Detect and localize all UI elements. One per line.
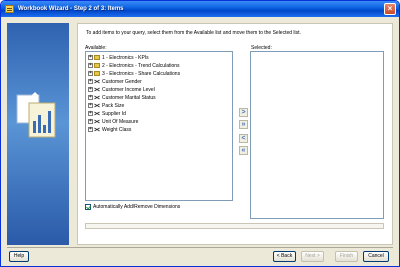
workbook-icon	[5, 5, 14, 13]
title-bar[interactable]: Workbook Wizard - Step 2 of 3: Items ×	[1, 1, 399, 17]
window-title: Workbook Wizard - Step 2 of 3: Items	[18, 6, 124, 12]
tree-item[interactable]: + Customer Marital Status	[88, 94, 156, 101]
help-button[interactable]: Help	[9, 251, 29, 262]
available-tree[interactable]: + 1 - Electronics - KPIs + 2 - Electroni…	[85, 51, 233, 201]
dimension-icon	[94, 119, 100, 124]
tree-item[interactable]: + 3 - Electronics - Share Calculations	[88, 70, 180, 77]
tree-item[interactable]: + Pack Size	[88, 102, 124, 109]
tree-item-label: Customer Marital Status	[102, 94, 156, 101]
finish-button[interactable]: Finish	[335, 251, 358, 262]
wizard-window: Workbook Wizard - Step 2 of 3: Items × T…	[0, 0, 400, 267]
dimension-icon	[94, 127, 100, 132]
tree-item[interactable]: + 2 - Electronics - Trend Calculations	[88, 62, 180, 69]
expand-icon[interactable]: +	[88, 111, 93, 116]
tree-item[interactable]: + Unit Of Measure	[88, 118, 138, 125]
auto-dimensions-label: Automatically Add/Remove Dimensions	[93, 204, 181, 210]
next-button[interactable]: Next >	[301, 251, 324, 262]
tree-item-label: 2 - Electronics - Trend Calculations	[102, 62, 180, 69]
folder-icon	[94, 63, 100, 68]
document-chart-icon	[16, 91, 56, 138]
expand-icon[interactable]: +	[88, 127, 93, 132]
back-button[interactable]: < Back	[273, 251, 296, 262]
folder-icon	[94, 55, 100, 60]
tree-item-label: Weight Class	[102, 126, 132, 133]
tree-item-label: 3 - Electronics - Share Calculations	[102, 70, 181, 77]
tree-item[interactable]: + Weight Class	[88, 126, 131, 133]
dimension-icon	[94, 79, 100, 84]
auto-dimensions-checkbox[interactable]: Automatically Add/Remove Dimensions	[85, 204, 180, 210]
expand-icon[interactable]: +	[88, 55, 93, 60]
tree-item-label: Supplier Id	[102, 110, 126, 117]
expand-icon[interactable]: +	[88, 71, 93, 76]
tree-item-label: Customer Income Level	[102, 86, 155, 93]
expand-icon[interactable]: +	[88, 87, 93, 92]
footer-divider	[7, 247, 393, 248]
dimension-icon	[94, 87, 100, 92]
remove-button[interactable]: <	[239, 134, 248, 143]
dimension-icon	[94, 103, 100, 108]
expand-icon[interactable]: +	[88, 79, 93, 84]
tree-item-label: Unit Of Measure	[102, 118, 139, 125]
remove-all-button[interactable]: «	[239, 146, 248, 155]
tree-item-label: 1 - Electronics - KPIs	[102, 54, 149, 61]
expand-icon[interactable]: +	[88, 95, 93, 100]
tree-item[interactable]: + 1 - Electronics - KPIs	[88, 54, 149, 61]
status-strip	[85, 223, 384, 229]
add-all-button[interactable]: »	[239, 120, 248, 129]
add-button[interactable]: >	[239, 108, 248, 117]
tree-item[interactable]: + Customer Gender	[88, 78, 142, 85]
checkbox-checked-icon[interactable]	[85, 204, 91, 210]
expand-icon[interactable]: +	[88, 103, 93, 108]
selected-list[interactable]	[250, 51, 384, 219]
tree-item[interactable]: + Customer Income Level	[88, 86, 155, 93]
instructions-text: To add items to your query, select them …	[86, 30, 301, 36]
folder-icon	[94, 71, 100, 76]
dimension-icon	[94, 111, 100, 116]
tree-item-label: Customer Gender	[102, 78, 142, 85]
expand-icon[interactable]: +	[88, 63, 93, 68]
wizard-banner	[7, 23, 69, 245]
tree-item[interactable]: + Supplier Id	[88, 110, 126, 117]
cancel-button[interactable]: Cancel	[363, 251, 389, 262]
expand-icon[interactable]: +	[88, 119, 93, 124]
dimension-icon	[94, 95, 100, 100]
close-button[interactable]: ×	[384, 3, 396, 15]
tree-item-label: Pack Size	[102, 102, 125, 109]
